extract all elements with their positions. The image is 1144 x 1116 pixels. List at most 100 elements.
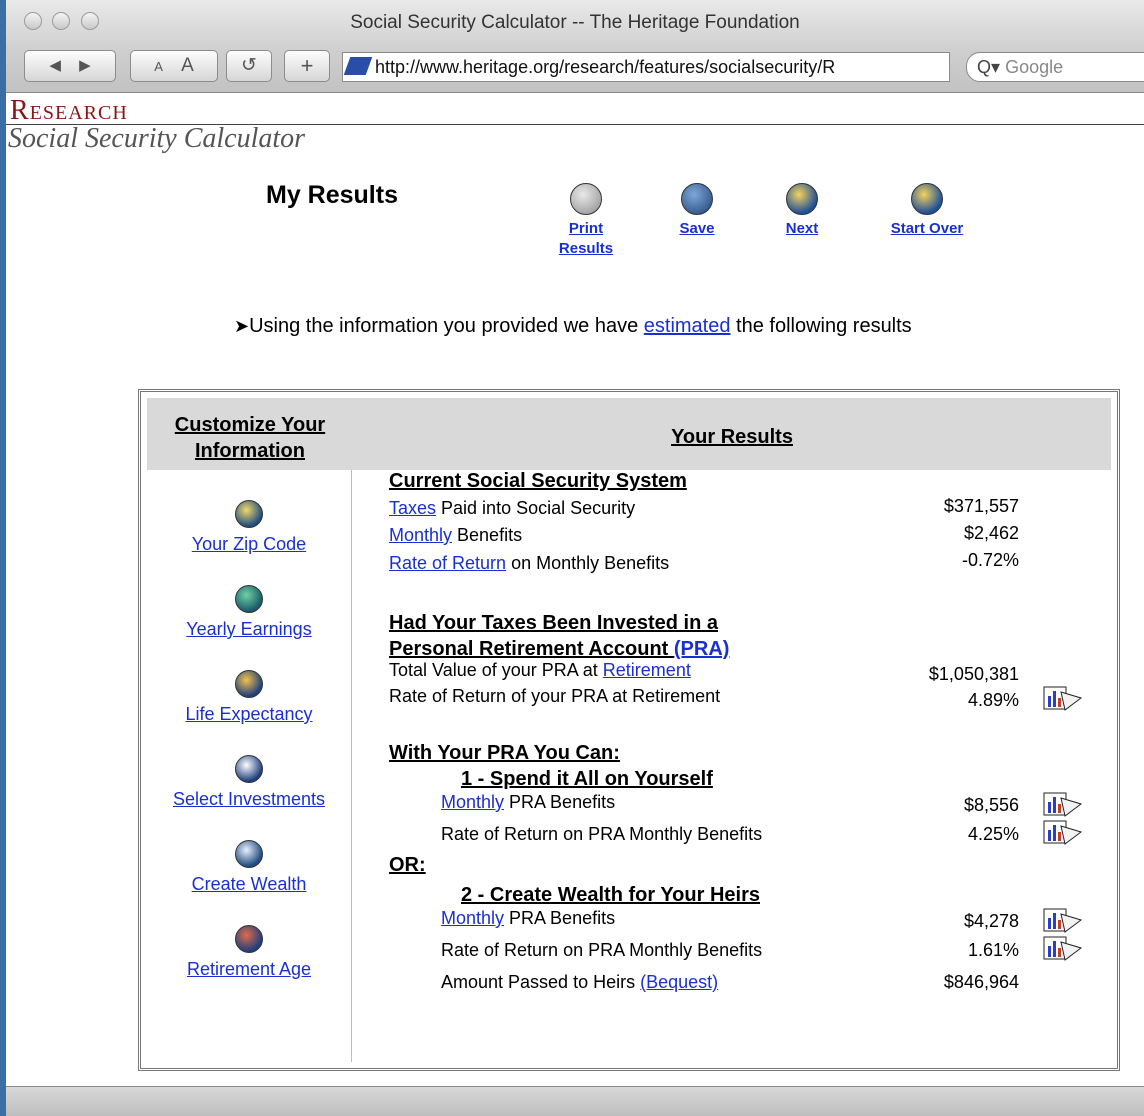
print-results-button[interactable]: Print Results: [554, 183, 618, 259]
your-results-header: Your Results: [671, 426, 793, 448]
calendar-icon: [235, 670, 263, 698]
add-bookmark-button[interactable]: +: [284, 50, 330, 82]
nav-earnings-label: Yearly Earnings: [186, 619, 312, 639]
browser-chrome: Social Security Calculator -- The Herita…: [6, 0, 1144, 93]
opt2-ror-chart-icon[interactable]: [1043, 934, 1083, 962]
taxes-link[interactable]: Taxes: [389, 498, 436, 518]
forward-button[interactable]: ▶: [79, 57, 91, 74]
nav-life-expectancy[interactable]: Life Expectancy: [147, 670, 351, 725]
opt2-ror-value: 1.61%: [967, 940, 1019, 960]
nav-retirement-age[interactable]: Retirement Age: [147, 925, 351, 980]
search-placeholder: Google: [1005, 57, 1064, 77]
bequest-value: $846,964: [943, 972, 1019, 992]
nav-yearly-earnings[interactable]: Yearly Earnings: [147, 585, 351, 640]
estimated-link[interactable]: estimated: [644, 315, 731, 337]
opt2-monthly-value: $4,278: [963, 911, 1019, 931]
text-size-group: A A: [130, 50, 218, 82]
save-disk-icon: [681, 183, 713, 215]
back-forward-group: ◀ ▶: [24, 50, 116, 82]
intro-text: ➤Using the information you provided we h…: [234, 315, 912, 338]
bequest-row: Amount Passed to Heirs (Bequest): [441, 972, 718, 993]
opt2-monthly-link[interactable]: Monthly: [441, 908, 504, 928]
reload-button[interactable]: ↺: [226, 50, 272, 82]
monthly-benefits-row: Monthly Benefits: [389, 525, 522, 546]
nav-investments-label: Select Investments: [172, 789, 326, 809]
intro-after: the following results: [730, 315, 912, 337]
money-bag-icon: [235, 840, 263, 868]
opt2-monthly-chart-icon[interactable]: [1043, 906, 1083, 934]
options-heading: With Your PRA You Can:: [389, 742, 620, 764]
bequest-link[interactable]: (Bequest): [640, 972, 718, 992]
current-system-heading: Current Social Security System: [389, 470, 687, 492]
taxes-text: Paid into Social Security: [436, 498, 636, 518]
rate-of-return-link[interactable]: Rate of Return: [389, 553, 506, 573]
nav-zip-label: Your Zip Code: [191, 534, 307, 554]
restart-arrow-icon: [911, 183, 943, 215]
pra-total-value: $1,050,381: [928, 664, 1019, 684]
pra-heading-line2: Personal Retirement Account: [389, 638, 674, 660]
customize-header: Customize Your Information: [147, 412, 353, 464]
option2-heading: 2 - Create Wealth for Your Heirs: [461, 884, 760, 906]
customize-header-line1: Customize Your: [174, 414, 326, 436]
column-divider: [351, 470, 352, 1062]
next-label: Next: [785, 220, 819, 237]
search-field[interactable]: Q▾ Google: [966, 52, 1144, 82]
site-favicon-icon: [343, 57, 373, 75]
nav-retirement-label: Retirement Age: [186, 959, 312, 979]
monthly-text: Benefits: [452, 525, 523, 545]
nav-create-wealth[interactable]: Create Wealth: [147, 840, 351, 895]
nav-zip-code[interactable]: Your Zip Code: [147, 500, 351, 555]
monthly-benefits-value: $2,462: [963, 523, 1019, 543]
text-bigger-button[interactable]: A: [181, 55, 194, 76]
table-header: Customize Your Information Your Results: [147, 398, 1111, 470]
opt1-monthly-chart-icon[interactable]: [1043, 790, 1083, 818]
or-label: OR:: [389, 854, 426, 876]
bequest-text: Amount Passed to Heirs: [441, 972, 641, 992]
taxes-value: $371,557: [943, 496, 1019, 516]
results-label: Results: [558, 240, 614, 257]
pra-link[interactable]: (PRA): [674, 638, 730, 660]
pra-total-row: Total Value of your PRA at Retirement: [389, 660, 691, 681]
opt1-monthly-value: $8,556: [963, 795, 1019, 815]
nav-life-label: Life Expectancy: [185, 704, 313, 724]
dollar-icon: [235, 585, 263, 613]
printer-icon: [570, 183, 602, 215]
pra-heading: Had Your Taxes Been Invested in a Person…: [389, 610, 729, 662]
customize-header-line2: Information: [195, 440, 305, 462]
opt1-ror-chart-icon[interactable]: [1043, 818, 1083, 846]
window-title: Social Security Calculator -- The Herita…: [350, 12, 800, 33]
pra-ror-chart-icon[interactable]: [1043, 684, 1083, 712]
opt1-monthly-row: Monthly PRA Benefits: [441, 792, 615, 813]
brand-subtitle: Social Security Calculator: [8, 123, 306, 154]
rate-of-return-value: -0.72%: [961, 550, 1019, 570]
results-table: Customize Your Information Your Results …: [138, 389, 1120, 1071]
pra-total-text: Total Value of your PRA at: [389, 660, 603, 680]
intro-before: Using the information you provided we ha…: [249, 315, 644, 337]
opt1-monthly-link[interactable]: Monthly: [441, 792, 504, 812]
next-button[interactable]: Next: [780, 183, 824, 239]
save-button[interactable]: Save: [672, 183, 722, 239]
ror-text: on Monthly Benefits: [506, 553, 670, 573]
print-label: Print: [568, 220, 604, 237]
address-text: http://www.heritage.org/research/feature…: [375, 57, 836, 77]
address-bar[interactable]: http://www.heritage.org/research/feature…: [342, 52, 950, 82]
opt1-ror-value: 4.25%: [967, 824, 1019, 844]
search-icon: Q▾: [977, 57, 1001, 77]
text-smaller-button[interactable]: A: [154, 59, 163, 74]
pra-ror-value: 4.89%: [967, 690, 1019, 710]
mouse-cursor-icon: ➤: [234, 316, 250, 336]
monthly-link[interactable]: Monthly: [389, 525, 452, 545]
opt1-monthly-text: PRA Benefits: [504, 792, 616, 812]
globe-icon: [235, 500, 263, 528]
option1-heading: 1 - Spend it All on Yourself: [461, 768, 713, 790]
nav-select-investments[interactable]: Select Investments: [147, 755, 351, 810]
taxes-row: Taxes Paid into Social Security: [389, 498, 635, 519]
pra-heading-line1: Had Your Taxes Been Invested in a: [389, 612, 719, 634]
nav-wealth-label: Create Wealth: [191, 874, 307, 894]
back-button[interactable]: ◀: [49, 57, 61, 74]
opt2-monthly-row: Monthly PRA Benefits: [441, 908, 615, 929]
rocking-chair-icon: [235, 925, 263, 953]
retirement-link[interactable]: Retirement: [603, 660, 691, 680]
save-label: Save: [679, 220, 715, 237]
start-over-button[interactable]: Start Over: [886, 183, 968, 239]
